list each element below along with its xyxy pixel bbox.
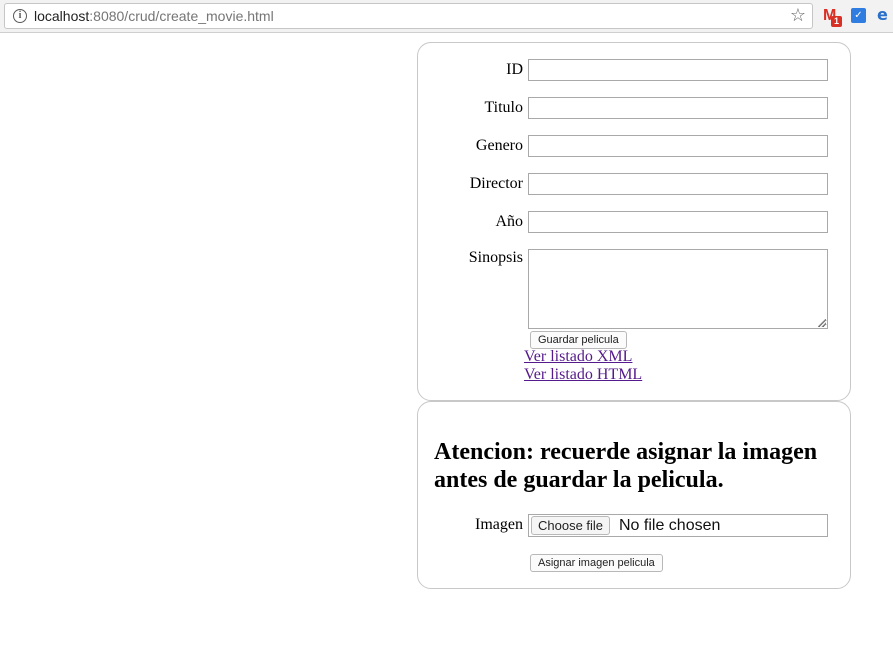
bookmark-star-icon[interactable]: ☆	[790, 5, 806, 26]
titulo-input[interactable]	[528, 97, 828, 119]
sinopsis-label: Sinopsis	[468, 249, 523, 266]
gmail-extension-icon[interactable]: M 1	[823, 7, 842, 27]
image-upload-panel: Atencion: recuerde asignar la imagen ant…	[417, 401, 851, 589]
director-label: Director	[469, 175, 523, 192]
url-path: :8080/crud/create_movie.html	[89, 8, 274, 24]
url-host: localhost	[34, 8, 90, 24]
anio-label: Año	[495, 213, 523, 230]
id-input[interactable]	[528, 59, 828, 81]
titulo-label: Titulo	[484, 99, 523, 116]
image-notice-heading: Atencion: recuerde asignar la imagen ant…	[434, 439, 818, 493]
director-input[interactable]	[528, 173, 828, 195]
image-file-input[interactable]: Choose file No file chosen	[528, 514, 828, 537]
view-html-link[interactable]: Ver listado HTML	[524, 366, 642, 384]
id-label: ID	[506, 61, 523, 78]
imagen-label: Imagen	[475, 516, 523, 533]
genero-label: Genero	[475, 137, 523, 154]
info-icon[interactable]: i	[13, 9, 27, 23]
movie-form-panel: ID Titulo Genero Director Año Sinopsis G…	[417, 42, 851, 401]
address-bar[interactable]: i localhost:8080/crud/create_movie.html …	[4, 3, 813, 29]
view-xml-link[interactable]: Ver listado XML	[524, 348, 632, 366]
choose-file-button[interactable]: Choose file	[531, 516, 611, 535]
genero-input[interactable]	[528, 135, 828, 157]
assign-image-button[interactable]: Asignar imagen pelicula	[530, 554, 663, 572]
file-status-text: No file chosen	[619, 517, 721, 534]
sinopsis-textarea[interactable]	[528, 249, 828, 329]
anio-input[interactable]	[528, 211, 828, 233]
save-movie-button[interactable]: Guardar pelicula	[530, 331, 627, 349]
url-text[interactable]: localhost:8080/crud/create_movie.html	[34, 8, 274, 24]
checkmark-extension-icon[interactable]: ✓	[851, 8, 866, 23]
edge-extension-icon[interactable]: e	[877, 5, 888, 24]
gmail-badge: 1	[831, 16, 842, 27]
browser-toolbar: i localhost:8080/crud/create_movie.html …	[0, 0, 893, 33]
